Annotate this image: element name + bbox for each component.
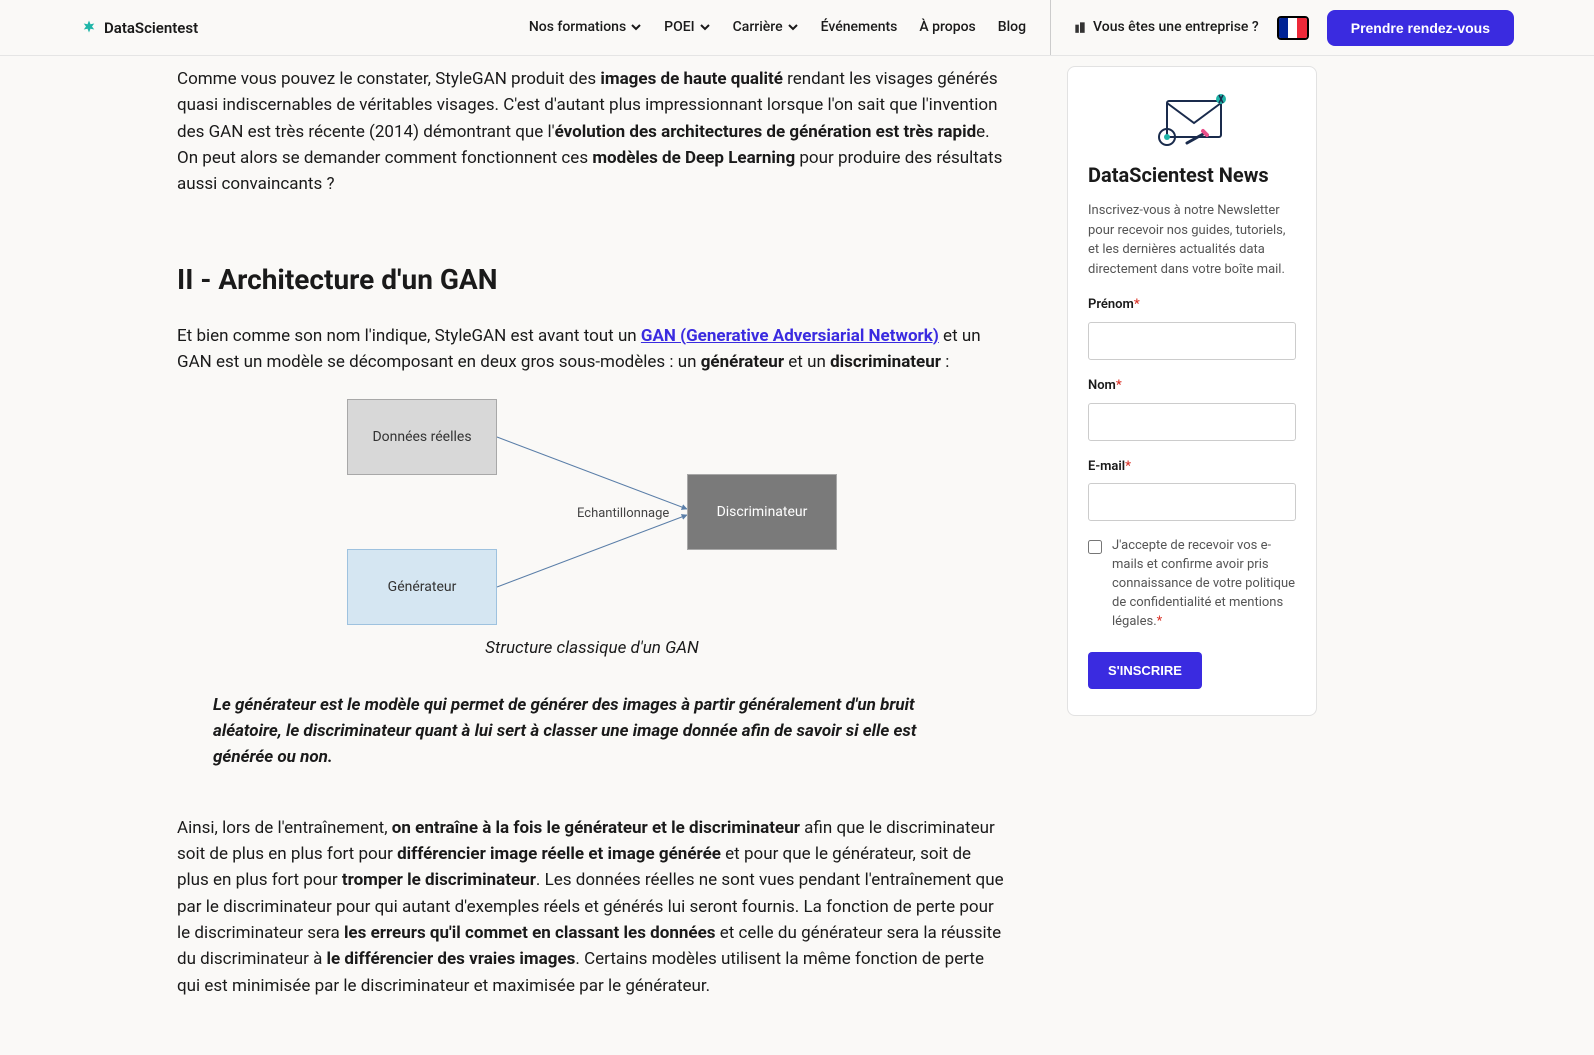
subscribe-button[interactable]: S'INSCRIRE	[1088, 652, 1202, 689]
consent-row: J'accepte de recevoir vos e-mails et con…	[1088, 537, 1296, 631]
definition-quote: Le générateur est le modèle qui permet d…	[177, 678, 1007, 785]
nav-formations[interactable]: Nos formations	[529, 16, 642, 38]
language-selector[interactable]	[1277, 16, 1309, 40]
field-email: E-mail*	[1088, 457, 1296, 522]
nav-blog[interactable]: Blog	[998, 16, 1026, 38]
field-firstname: Prénom*	[1088, 295, 1296, 360]
section-heading: II - Architecture d'un GAN	[177, 258, 1007, 303]
article-content: Comme vous pouvez le constater, StyleGAN…	[177, 66, 1007, 1015]
consent-checkbox[interactable]	[1088, 540, 1102, 554]
label-email: E-mail*	[1088, 457, 1296, 478]
brand-name: DataScientest	[104, 16, 198, 40]
input-email[interactable]	[1088, 483, 1296, 521]
nav-label: POEI	[664, 16, 694, 38]
sidebar: DataScientest News Inscrivez-vous à notr…	[1067, 66, 1317, 1015]
chevron-down-icon	[699, 21, 711, 33]
nav-evenements[interactable]: Événements	[821, 16, 898, 38]
paragraph-gan-intro: Et bien comme son nom l'indique, StyleGA…	[177, 323, 1007, 376]
diagram-label-echantillonnage: Echantillonnage	[577, 504, 669, 525]
nav-label: Événements	[821, 16, 898, 38]
field-lastname: Nom*	[1088, 376, 1296, 441]
logo[interactable]: DataScientest	[80, 16, 198, 40]
diagram-caption: Structure classique d'un GAN	[177, 635, 1007, 661]
header-right: Vous êtes une entreprise ? Prendre rende…	[1073, 10, 1514, 46]
newsletter-desc: Inscrivez-vous à notre Newsletter pour r…	[1088, 201, 1296, 279]
enterprise-label: Vous êtes une entreprise ?	[1093, 16, 1259, 38]
newsletter-card: DataScientest News Inscrivez-vous à notr…	[1067, 66, 1317, 716]
nav-apropos[interactable]: À propos	[919, 16, 975, 38]
nav-label: Carrière	[733, 16, 783, 38]
newsletter-icon	[1088, 89, 1296, 149]
cta-button[interactable]: Prendre rendez-vous	[1327, 10, 1514, 46]
main-nav: Nos formations POEI Carrière Événements …	[529, 0, 1051, 55]
paragraph-intro: Comme vous pouvez le constater, StyleGAN…	[177, 66, 1007, 198]
nav-label: À propos	[919, 16, 975, 38]
nav-label: Blog	[998, 16, 1026, 38]
input-lastname[interactable]	[1088, 403, 1296, 441]
newsletter-title: DataScientest News	[1088, 159, 1296, 191]
input-firstname[interactable]	[1088, 322, 1296, 360]
nav-poei[interactable]: POEI	[664, 16, 710, 38]
consent-text: J'accepte de recevoir vos e-mails et con…	[1112, 537, 1296, 631]
diagram-box-data: Données réelles	[347, 399, 497, 475]
logo-icon	[80, 19, 98, 37]
diagram-box-discriminator: Discriminateur	[687, 474, 837, 550]
nav-label: Nos formations	[529, 16, 626, 38]
gan-link[interactable]: GAN (Generative Adversiarial Network)	[641, 326, 939, 346]
chevron-down-icon	[787, 21, 799, 33]
site-header: DataScientest Nos formations POEI Carriè…	[0, 0, 1594, 56]
paragraph-training: Ainsi, lors de l'entraînement, on entraî…	[177, 815, 1007, 999]
label-firstname: Prénom*	[1088, 295, 1296, 316]
gan-diagram: Données réelles Générateur Discriminateu…	[347, 399, 837, 629]
label-lastname: Nom*	[1088, 376, 1296, 397]
chevron-down-icon	[630, 21, 642, 33]
building-icon	[1073, 20, 1087, 34]
nav-carriere[interactable]: Carrière	[733, 16, 799, 38]
enterprise-link[interactable]: Vous êtes une entreprise ?	[1073, 16, 1259, 38]
diagram-box-generator: Générateur	[347, 549, 497, 625]
